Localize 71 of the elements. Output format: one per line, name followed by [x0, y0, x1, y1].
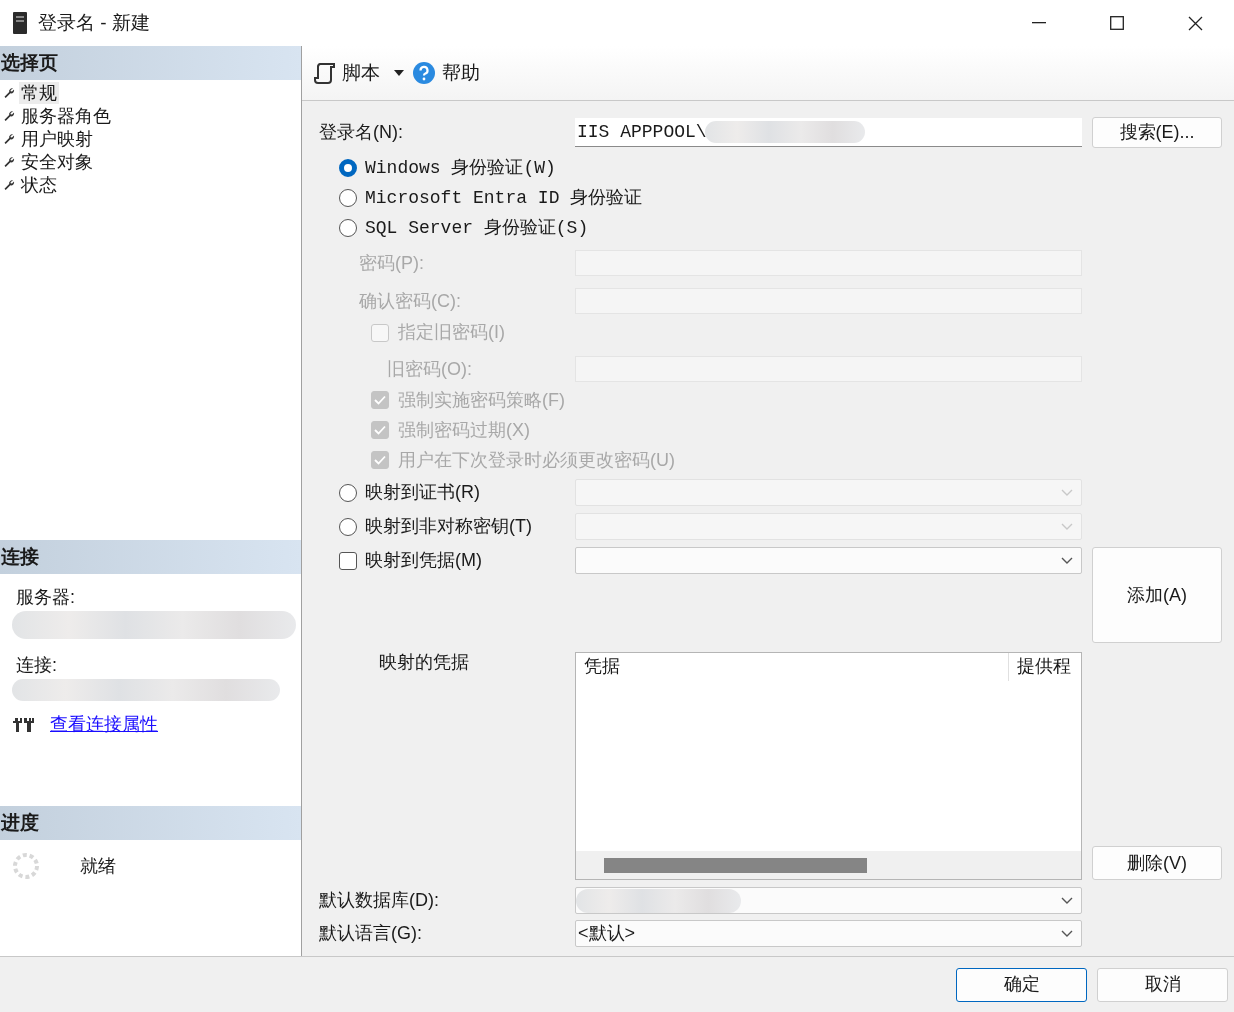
- status-text: 就绪: [80, 854, 116, 878]
- server-label: 服务器:: [16, 586, 76, 609]
- checkbox[interactable]: [339, 551, 357, 570]
- remove-button[interactable]: 删除(V): [1092, 846, 1222, 880]
- option-label: SQL Server 身份验证(S): [365, 216, 589, 240]
- app-icon: [12, 11, 28, 35]
- wrench-icon: [3, 86, 15, 99]
- field-label: 密码(P):: [358, 251, 425, 275]
- section-header: 连接: [0, 540, 301, 574]
- cancel-button[interactable]: 取消: [1097, 967, 1228, 1002]
- default-database-dropdown[interactable]: [575, 887, 1082, 914]
- option-label: 映射到非对称密钥(T): [365, 515, 532, 538]
- wrench-icon: [3, 155, 15, 168]
- field-label: 确认密码(C):: [358, 289, 462, 313]
- field-label: 默认语言(G):: [319, 922, 423, 945]
- connection-label: 连接:: [16, 654, 58, 677]
- section-header: 进度: [0, 806, 301, 840]
- field-label: 默认数据库(D):: [319, 889, 440, 912]
- chevron-icon: [1061, 556, 1073, 565]
- field-label: 登录名(N):: [319, 121, 404, 144]
- checkbox-label: 强制密码过期(X): [398, 418, 530, 442]
- column-header[interactable]: 凭据: [576, 653, 1008, 681]
- checkbox-label: 强制实施密码策略(F): [398, 388, 565, 412]
- caret-icon: [394, 70, 404, 76]
- scrollbar-thumb[interactable]: [604, 857, 867, 873]
- radio-button[interactable]: [339, 159, 357, 177]
- horizontal-scrollbar[interactable]: [576, 851, 1081, 879]
- plug-icon: [12, 715, 36, 734]
- page-item[interactable]: 常规: [19, 81, 59, 104]
- section-header: 选择页: [0, 46, 301, 80]
- option-label: 映射到证书(R): [365, 481, 480, 504]
- checkbox-label: 用户在下次登录时必须更改密码(U): [398, 448, 675, 472]
- help-icon: [412, 61, 436, 85]
- column-header[interactable]: 提供程: [1008, 653, 1081, 681]
- add-button[interactable]: 添加(A): [1092, 547, 1222, 643]
- wrench-icon: [3, 132, 15, 145]
- chevron-icon: [1061, 488, 1073, 497]
- script-icon: [314, 62, 336, 84]
- maximize-icon: [1110, 16, 1124, 30]
- search-button[interactable]: 搜索(E)...: [1092, 117, 1222, 148]
- checkmark-icon: [374, 455, 386, 465]
- page-item[interactable]: 服务器角色: [19, 104, 113, 127]
- close-icon: [1187, 15, 1203, 31]
- spinner-icon: [12, 852, 40, 880]
- chevron-icon: [1061, 929, 1073, 938]
- field-label: 旧密码(O):: [386, 357, 473, 381]
- chevron-icon: [1061, 896, 1073, 905]
- checkmark-icon: [374, 425, 386, 435]
- script-button[interactable]: 脚本: [314, 58, 380, 88]
- ok-button[interactable]: 确定: [956, 967, 1087, 1002]
- window-title: 登录名 - 新建: [38, 10, 150, 35]
- radio-button[interactable]: [339, 189, 357, 207]
- wrench-icon: [3, 109, 15, 122]
- checkmark-icon: [374, 395, 386, 405]
- page-item[interactable]: 用户映射: [19, 127, 95, 150]
- default-language-dropdown[interactable]: <默认>: [575, 920, 1082, 947]
- option-label: Windows 身份验证(W): [365, 156, 556, 180]
- chevron-icon: [1061, 522, 1073, 531]
- help-button[interactable]: 帮助: [412, 58, 480, 88]
- wrench-icon: [3, 178, 15, 191]
- checkbox-label: 指定旧密码(I): [398, 321, 505, 344]
- option-label: 映射到凭据(M): [365, 549, 482, 572]
- page-item[interactable]: 安全对象: [19, 150, 95, 173]
- field-label: 映射的凭据: [378, 651, 470, 674]
- radio-button[interactable]: [339, 219, 357, 237]
- mapping-dropdown[interactable]: [575, 547, 1082, 574]
- login-name-field[interactable]: IIS APPPOOL\: [575, 118, 1082, 147]
- minimize-icon: [1032, 22, 1046, 24]
- connection-properties-link[interactable]: 查看连接属性: [50, 711, 158, 738]
- option-label: Microsoft Entra ID 身份验证: [365, 186, 643, 210]
- page-item[interactable]: 状态: [19, 173, 59, 196]
